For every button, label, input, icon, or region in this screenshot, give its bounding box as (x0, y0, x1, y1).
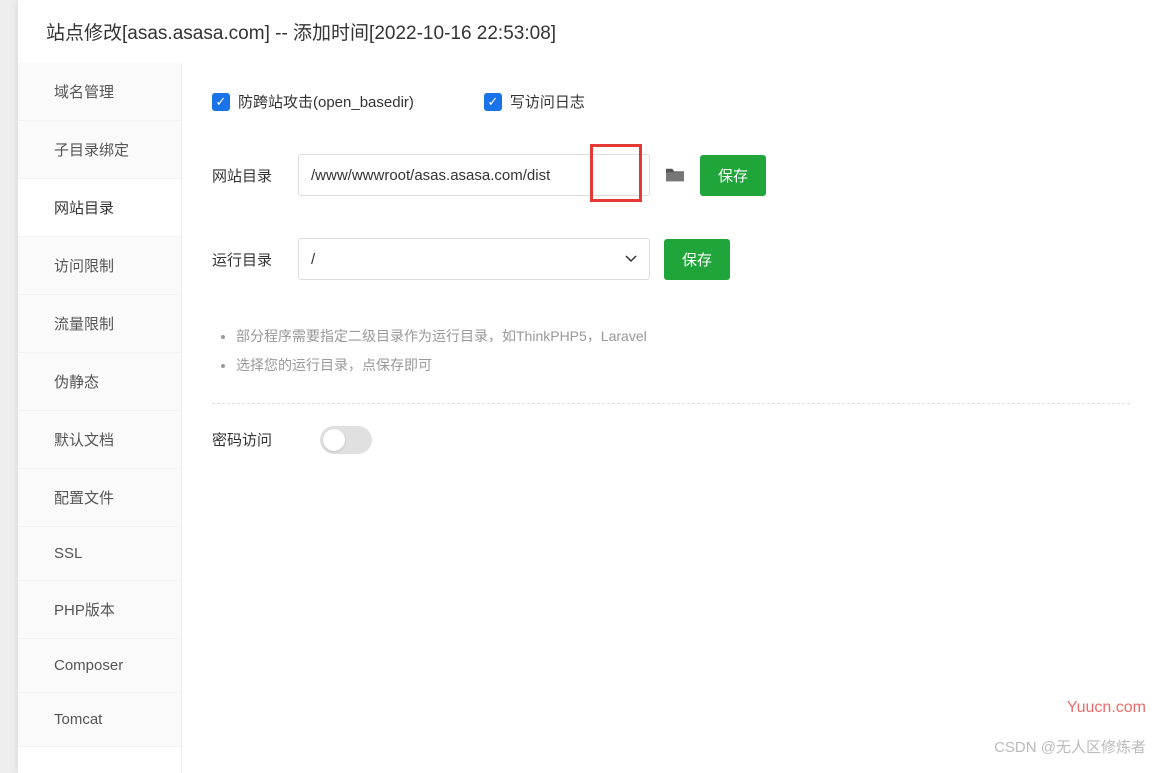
divider (212, 403, 1130, 404)
access-log-label: 写访问日志 (510, 91, 585, 112)
sidebar-nav: 域名管理 子目录绑定 网站目录 访问限制 流量限制 伪静态 默认文档 配置文件 … (18, 63, 182, 773)
modal-title: 站点修改[asas.asasa.com] -- 添加时间[2022-10-16 … (18, 0, 1160, 63)
run-dir-save-button[interactable]: 保存 (664, 239, 730, 280)
password-access-label: 密码访问 (212, 429, 272, 450)
open-basedir-label: 防跨站攻击(open_basedir) (238, 91, 414, 112)
hints-list: 部分程序需要指定二级目录作为运行目录，如ThinkPHP5，Laravel 选择… (212, 322, 1130, 381)
sidebar-item-sitedir[interactable]: 网站目录 (18, 179, 181, 237)
folder-browse-icon[interactable] (664, 166, 686, 184)
sidebar-item-traffic-limit[interactable]: 流量限制 (18, 295, 181, 353)
sidebar-item-access-limit[interactable]: 访问限制 (18, 237, 181, 295)
run-dir-select[interactable]: / (298, 238, 650, 280)
site-edit-modal: 站点修改[asas.asasa.com] -- 添加时间[2022-10-16 … (18, 0, 1160, 773)
sidebar-item-subdir[interactable]: 子目录绑定 (18, 121, 181, 179)
sidebar-item-php[interactable]: PHP版本 (18, 581, 181, 639)
site-dir-label: 网站目录 (212, 165, 284, 186)
run-dir-label: 运行目录 (212, 249, 284, 270)
watermark-site: Yuucn.com (1067, 699, 1146, 717)
switch-knob (323, 429, 345, 451)
site-dir-input[interactable] (298, 154, 650, 196)
content-panel: ✓ 防跨站攻击(open_basedir) ✓ 写访问日志 网站目录 保存 (182, 63, 1160, 773)
sidebar-item-config[interactable]: 配置文件 (18, 469, 181, 527)
password-access-toggle[interactable] (320, 426, 372, 454)
watermark-author: CSDN @无人区修炼者 (994, 736, 1146, 757)
site-dir-save-button[interactable]: 保存 (700, 155, 766, 196)
sidebar-item-tomcat[interactable]: Tomcat (18, 693, 181, 747)
sidebar-item-ssl[interactable]: SSL (18, 527, 181, 581)
hint-item: 选择您的运行目录，点保存即可 (236, 351, 1130, 380)
hint-item: 部分程序需要指定二级目录作为运行目录，如ThinkPHP5，Laravel (236, 322, 1130, 351)
access-log-checkbox[interactable]: ✓ (484, 93, 502, 111)
sidebar-item-domain[interactable]: 域名管理 (18, 63, 181, 121)
sidebar-item-default-doc[interactable]: 默认文档 (18, 411, 181, 469)
sidebar-item-rewrite[interactable]: 伪静态 (18, 353, 181, 411)
sidebar-item-composer[interactable]: Composer (18, 639, 181, 693)
open-basedir-checkbox[interactable]: ✓ (212, 93, 230, 111)
